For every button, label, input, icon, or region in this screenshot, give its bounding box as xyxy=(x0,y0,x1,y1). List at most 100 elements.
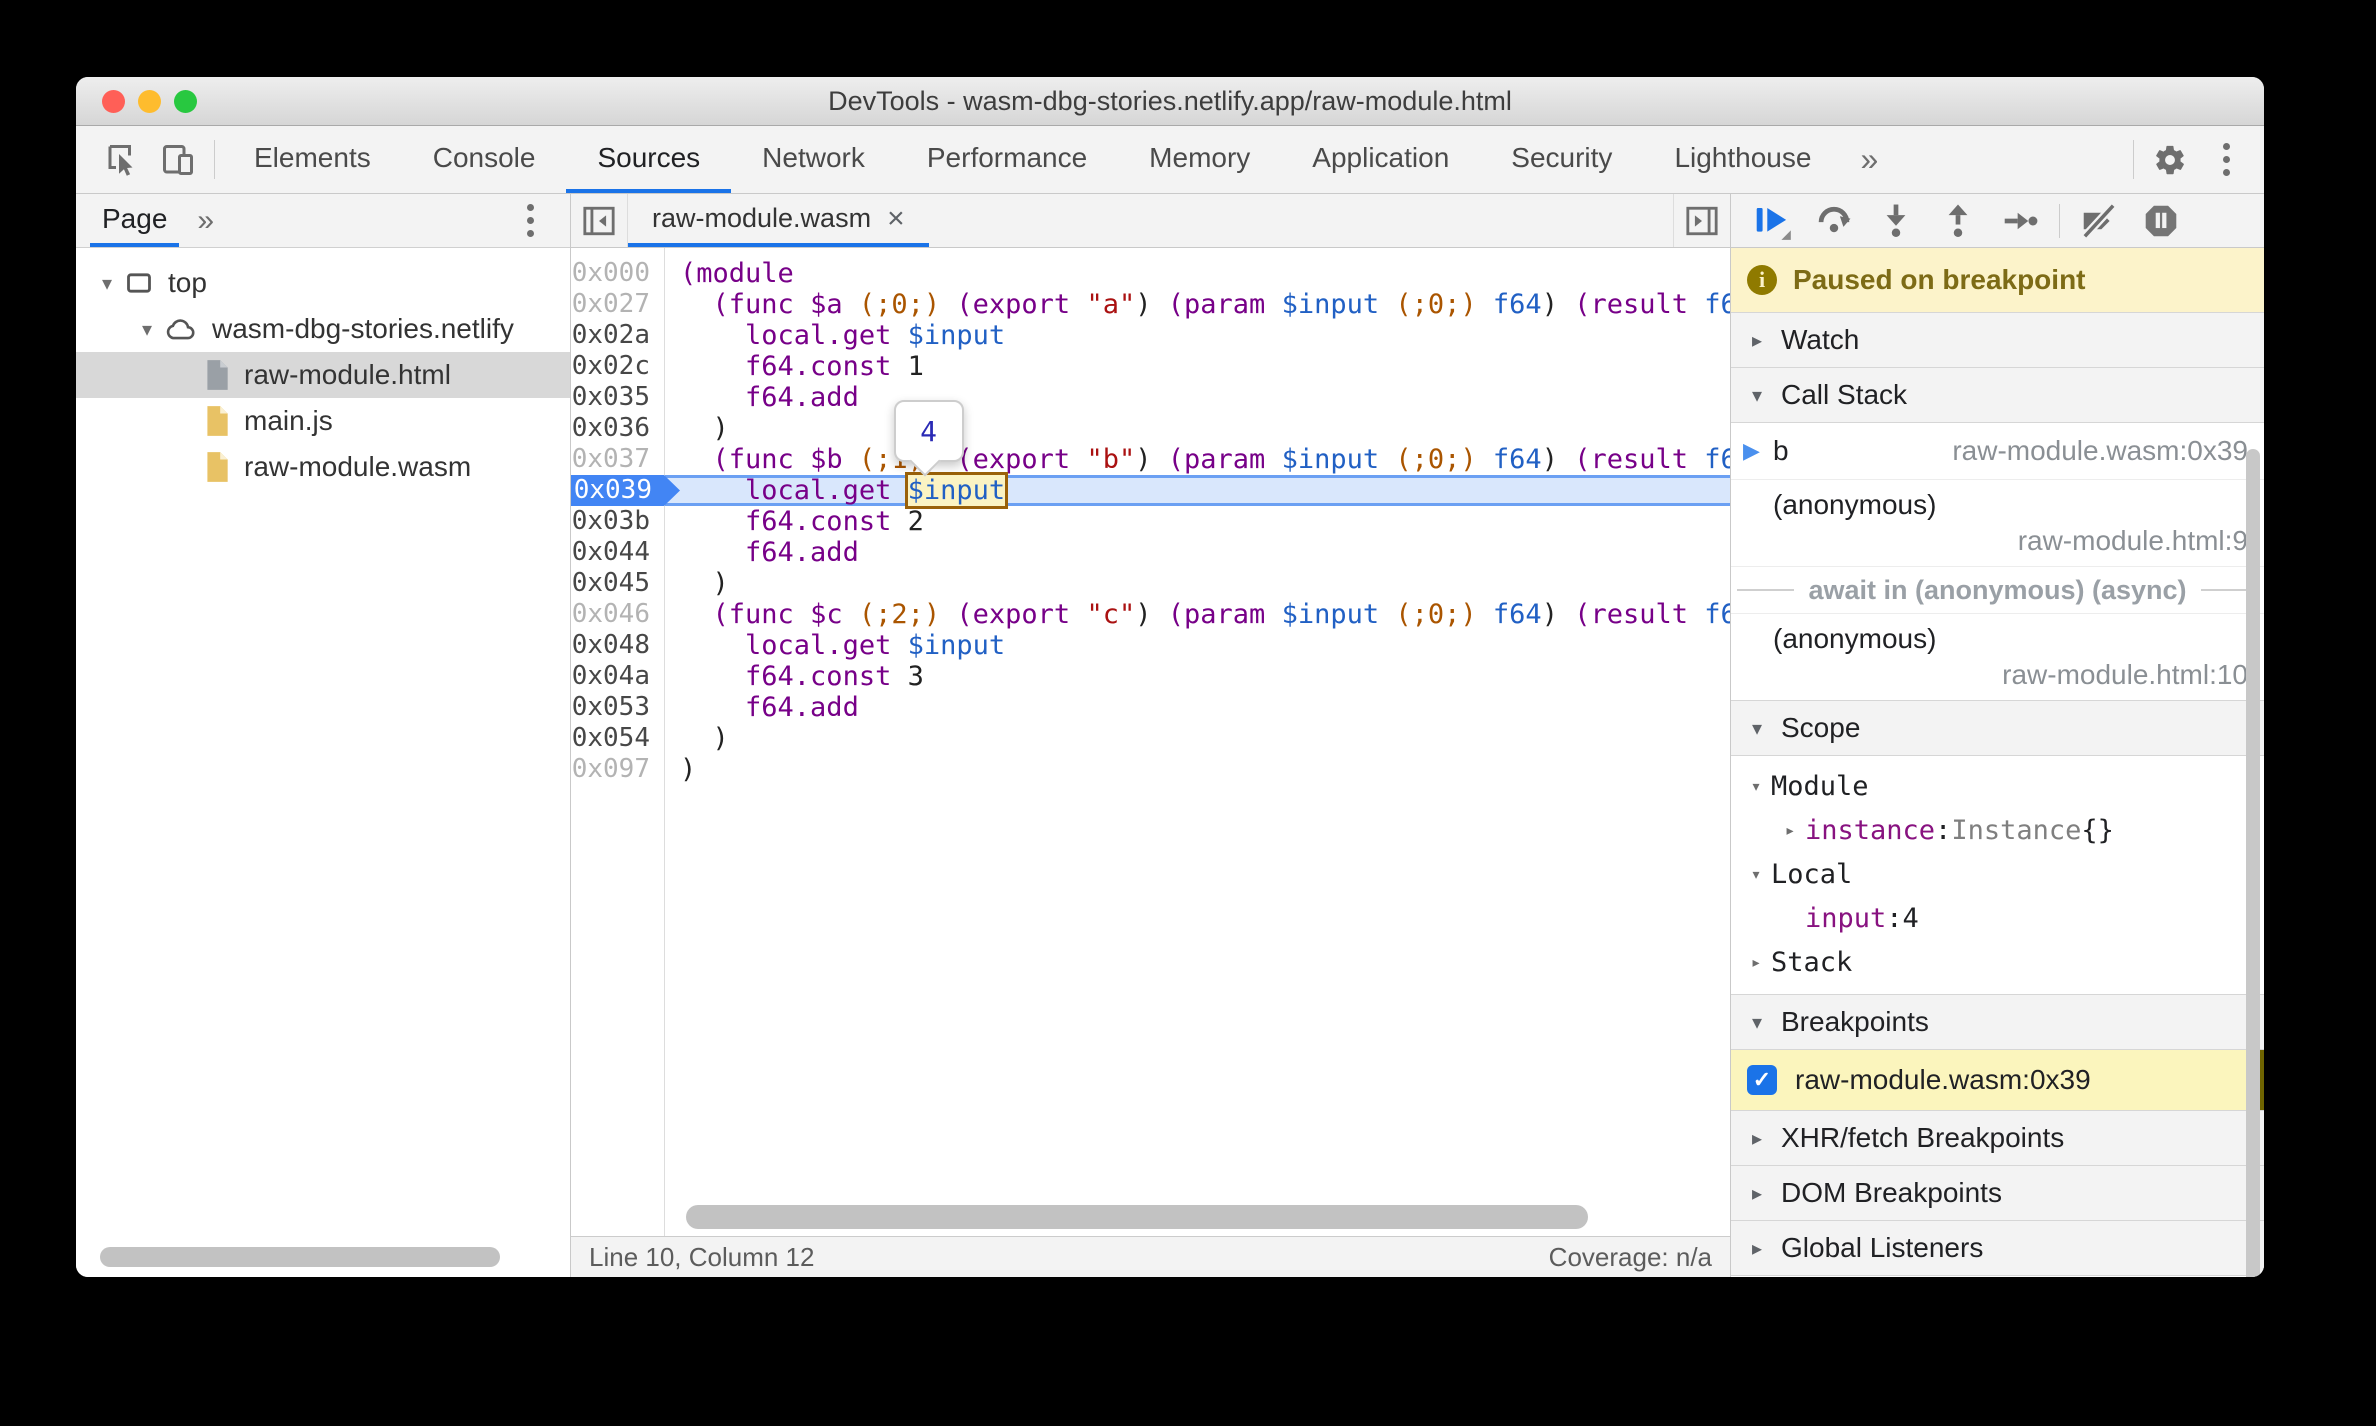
gutter-address[interactable]: 0x054 xyxy=(571,723,664,754)
settings-button[interactable] xyxy=(2142,126,2198,193)
tree-item-raw-module-html[interactable]: raw-module.html xyxy=(76,352,570,398)
editor-pane-right-button[interactable] xyxy=(1673,194,1730,247)
tree-item-raw-module-wasm[interactable]: raw-module.wasm xyxy=(76,444,570,490)
scope-entry-local[interactable]: ▾ Local xyxy=(1731,852,2264,896)
navigator-horizontal-scrollbar[interactable] xyxy=(100,1247,500,1267)
call-stack-frame[interactable]: (anonymous) raw-module.html:10 xyxy=(1731,614,2264,701)
more-panels-button[interactable]: » xyxy=(1842,126,1896,193)
gutter-address[interactable]: 0x02c xyxy=(571,351,664,382)
code-line[interactable]: 0x036 ) xyxy=(571,413,1730,444)
deactivate-breakpoints-button[interactable] xyxy=(2068,198,2130,244)
tree-expand-icon[interactable]: ▾ xyxy=(130,317,164,342)
devtools-menu-button[interactable] xyxy=(2198,126,2254,193)
title-bar[interactable]: DevTools - wasm-dbg-stories.netlify.app/… xyxy=(76,77,2264,126)
gutter-address[interactable]: 0x053 xyxy=(571,692,664,723)
scope-expand-icon[interactable]: ▸ xyxy=(1741,952,1771,973)
tree-item-main-js[interactable]: main.js xyxy=(76,398,570,444)
tree-expand-icon[interactable]: ▾ xyxy=(90,271,124,296)
code-line[interactable]: 0x044 f64.add xyxy=(571,537,1730,568)
tree-item-wasm-dbg-stories-netlify[interactable]: ▾ wasm-dbg-stories.netlify xyxy=(76,306,570,352)
scope-entry-stack[interactable]: ▸ Stack xyxy=(1731,940,2264,984)
step-over-button[interactable] xyxy=(1803,198,1865,244)
scope-expand-icon[interactable]: ▾ xyxy=(1741,776,1771,797)
step-out-button[interactable] xyxy=(1927,198,1989,244)
gutter-address[interactable]: 0x048 xyxy=(571,630,664,661)
section-breakpoints[interactable]: ▾ Breakpoints xyxy=(1731,994,2264,1050)
tab-performance[interactable]: Performance xyxy=(896,126,1118,193)
code-line[interactable]: 0x04a f64.const 3 xyxy=(571,661,1730,692)
tab-lighthouse[interactable]: Lighthouse xyxy=(1643,126,1842,193)
pause-on-exceptions-button[interactable] xyxy=(2130,198,2192,244)
zoom-window-button[interactable] xyxy=(174,89,197,113)
execution-pointer-gutter[interactable]: 0x039 xyxy=(571,475,680,506)
scope-entry-instance[interactable]: ▸ instance: Instance {} xyxy=(1731,808,2264,852)
navigator-more-tabs-button[interactable]: » xyxy=(179,194,232,247)
code-line[interactable]: 0x053 f64.add xyxy=(571,692,1730,723)
code-line[interactable]: 0x02a local.get $input xyxy=(571,320,1730,351)
editor-pane: raw-module.wasm × 0x000 (module 0x027 (fun… xyxy=(571,194,1730,1277)
close-window-button[interactable] xyxy=(102,89,125,113)
gutter-address[interactable]: 0x044 xyxy=(571,537,664,568)
collapse-navigator-button[interactable] xyxy=(571,194,628,247)
tab-network[interactable]: Network xyxy=(731,126,896,193)
device-toolbar-button[interactable] xyxy=(150,126,206,193)
gutter-address[interactable]: 0x045 xyxy=(571,568,664,599)
gutter-address[interactable]: 0x02a xyxy=(571,320,664,351)
section-global-listeners[interactable]: ▸ Global Listeners xyxy=(1731,1220,2264,1276)
debugger-vertical-scrollbar[interactable] xyxy=(2246,449,2260,1277)
gutter-address[interactable]: 0x04a xyxy=(571,661,664,692)
step-button[interactable] xyxy=(1989,198,2051,244)
evaluated-expression-highlight[interactable]: $input 4 xyxy=(893,400,1009,509)
resume-button[interactable] xyxy=(1741,198,1803,244)
gutter-address[interactable]: 0x046 xyxy=(571,599,664,630)
code-line[interactable]: 0x054 ) xyxy=(571,723,1730,754)
gutter-address[interactable]: 0x000 xyxy=(571,258,664,289)
gutter-address[interactable]: 0x027 xyxy=(571,289,664,320)
tab-application[interactable]: Application xyxy=(1281,126,1480,193)
code-line[interactable]: 0x03b f64.const 2 xyxy=(571,506,1730,537)
call-stack-frame[interactable]: ▶ b raw-module.wasm:0x39 xyxy=(1731,423,2264,480)
tab-console[interactable]: Console xyxy=(402,126,567,193)
gutter-address[interactable]: 0x035 xyxy=(571,382,664,413)
code-line[interactable]: 0x02c f64.const 1 xyxy=(571,351,1730,382)
code-line[interactable]: 0x000 (module xyxy=(571,258,1730,289)
inspect-element-button[interactable] xyxy=(94,126,150,193)
code-line[interactable]: 0x046 (func $c (;2;) (export "c") (param… xyxy=(571,599,1730,630)
scope-entry-input[interactable]: input: 4 xyxy=(1731,896,2264,940)
tab-memory[interactable]: Memory xyxy=(1118,126,1281,193)
section-call-stack[interactable]: ▾ Call Stack xyxy=(1731,367,2264,423)
close-tab-icon[interactable]: × xyxy=(887,203,905,234)
source-code-editor[interactable]: 0x000 (module 0x027 (func $a (;0;) (export… xyxy=(571,248,1730,1236)
minimize-window-button[interactable] xyxy=(138,89,161,113)
call-stack-frame[interactable]: (anonymous) raw-module.html:9 xyxy=(1731,480,2264,567)
scope-expand-icon[interactable]: ▸ xyxy=(1775,820,1805,841)
scope-entry-module[interactable]: ▾ Module xyxy=(1731,764,2264,808)
execution-line[interactable]: 0x039 local.get $input 4 xyxy=(571,400,1730,509)
code-line[interactable]: 0x027 (func $a (;0;) (export "a") (param… xyxy=(571,289,1730,320)
scope-expand-icon[interactable]: ▾ xyxy=(1741,864,1771,885)
tab-page[interactable]: Page xyxy=(90,194,180,247)
tab-elements[interactable]: Elements xyxy=(223,126,402,193)
tree-item-top[interactable]: ▾ top xyxy=(76,260,570,306)
navigator-menu-button[interactable] xyxy=(504,204,556,237)
gutter-address[interactable]: 0x097 xyxy=(571,754,664,785)
code-line[interactable]: 0x045 ) xyxy=(571,568,1730,599)
breakpoint-entry[interactable]: ✓ raw-module.wasm:0x39 xyxy=(1731,1050,2264,1111)
code-line[interactable]: 0x097) xyxy=(571,754,1730,785)
tab-sources[interactable]: Sources xyxy=(566,126,732,193)
editor-horizontal-scrollbar[interactable] xyxy=(686,1205,1588,1229)
breakpoint-checkbox[interactable]: ✓ xyxy=(1747,1065,1777,1095)
gutter-address[interactable]: 0x036 xyxy=(571,413,664,444)
code-line[interactable]: 0x035 f64.add xyxy=(571,382,1730,413)
gutter-address[interactable]: 0x03b xyxy=(571,506,664,537)
section-watch[interactable]: ▸ Watch xyxy=(1731,312,2264,368)
step-into-button[interactable] xyxy=(1865,198,1927,244)
code-line[interactable]: 0x037 (func $b (;1;) (export "b") (param… xyxy=(571,444,1730,475)
editor-tab-raw-module-wasm[interactable]: raw-module.wasm × xyxy=(628,194,929,247)
section-scope[interactable]: ▾ Scope xyxy=(1731,700,2264,756)
code-line[interactable]: 0x048 local.get $input xyxy=(571,630,1730,661)
tab-security[interactable]: Security xyxy=(1480,126,1643,193)
section-dom-breakpoints[interactable]: ▸ DOM Breakpoints xyxy=(1731,1165,2264,1221)
gutter-address[interactable]: 0x037 xyxy=(571,444,664,475)
section-xhr-fetch-breakpoints[interactable]: ▸ XHR/fetch Breakpoints xyxy=(1731,1110,2264,1166)
